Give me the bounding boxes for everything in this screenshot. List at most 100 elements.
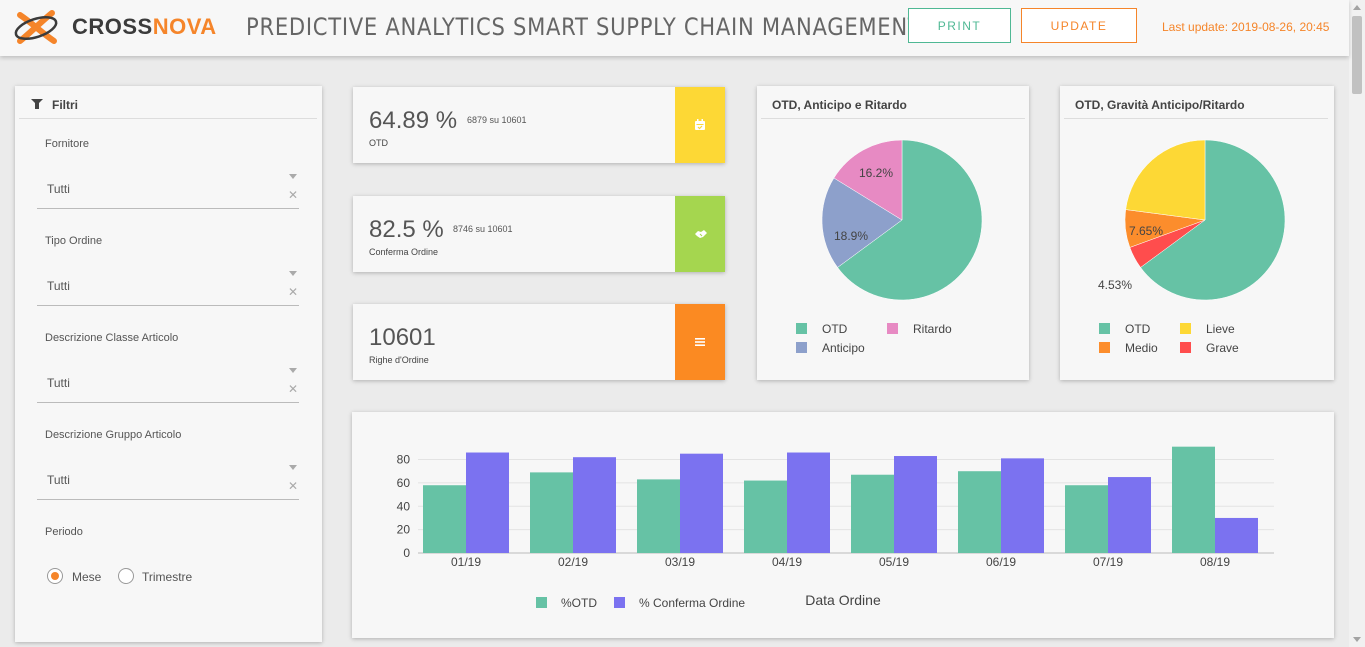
bar-conferma-08-19[interactable] — [1215, 517, 1258, 553]
bar-otd-05-19[interactable] — [851, 474, 894, 553]
filters-panel: Filtri Fornitore Tutti ✕ Tipo Ordine Tut… — [15, 86, 322, 642]
bar-conferma-02-19[interactable] — [573, 457, 616, 553]
bar-chart-panel: 0 20 40 60 80 01/19 02/19 03/19 04/19 05/19 06/19 0… — [352, 412, 1334, 638]
kpi-card-otd: 64.89 % 6879 su 10601 OTD — [353, 87, 725, 163]
kpi-value: 10601 — [369, 324, 436, 351]
kpi-value: 64.89 % — [369, 107, 458, 134]
pie-data-label: 16.2% — [859, 166, 893, 180]
kpi-subtext: 8746 su 10601 — [453, 224, 513, 234]
clear-icon[interactable]: ✕ — [288, 188, 298, 202]
x-tick-label: 08/19 — [1200, 555, 1230, 569]
crossnova-logo-icon — [14, 10, 58, 44]
select-value: Tutti — [47, 376, 70, 390]
x-tick-label: 06/19 — [986, 555, 1016, 569]
filter-label-gruppo-articolo: Descrizione Gruppo Articolo — [45, 429, 182, 441]
bar-otd-02-19[interactable] — [530, 472, 573, 553]
bar-otd-08-19[interactable] — [1172, 446, 1215, 553]
bar-otd-06-19[interactable] — [958, 471, 1001, 553]
x-tick-label: 03/19 — [665, 555, 695, 569]
x-axis-title: Data Ordine — [805, 592, 881, 608]
y-tick-label: 60 — [397, 476, 411, 490]
pie-slice-lieve[interactable] — [1125, 139, 1206, 221]
y-tick-label: 40 — [397, 499, 411, 513]
legend-swatch[interactable] — [614, 597, 625, 608]
legend-item-otd[interactable]: %OTD — [561, 596, 597, 610]
kpi-icon-box — [675, 196, 725, 272]
x-tick-label: 07/19 — [1093, 555, 1123, 569]
x-tick-label: 05/19 — [879, 555, 909, 569]
y-tick-label: 20 — [397, 523, 411, 537]
clear-icon[interactable]: ✕ — [288, 285, 298, 299]
bar-otd-04-19[interactable] — [744, 480, 787, 553]
clear-icon[interactable]: ✕ — [288, 479, 298, 493]
kpi-icon-box — [675, 87, 725, 163]
y-tick-label: 0 — [403, 546, 410, 560]
chevron-down-icon[interactable] — [289, 174, 297, 179]
select-value: Tutti — [47, 279, 70, 293]
top-header: CROSSNOVA PREDICTIVE ANALYTICS SMART SUP… — [0, 0, 1349, 56]
pie-chart-otd-anticipo-ritardo: 16.2% 18.9% — [821, 139, 983, 301]
bar-chart-otd-conferma: 0 20 40 60 80 01/19 02/19 03/19 04/19 05/19 06/19 0… — [397, 446, 1274, 610]
y-tick-label: 80 — [397, 453, 411, 467]
fornitore-select[interactable]: Tutti ✕ — [37, 172, 299, 209]
print-button[interactable]: PRINT — [908, 8, 1011, 43]
bar-otd-07-19[interactable] — [1065, 485, 1108, 553]
kpi-subtext: 6879 su 10601 — [467, 115, 527, 125]
filters-header: Filtri — [19, 90, 317, 119]
pie-panel-gravita: OTD, Gravità Anticipo/Ritardo 7.65% 4.53%… — [1060, 86, 1334, 380]
x-tick-label: 01/19 — [451, 555, 481, 569]
kpi-value: 82.5 % — [369, 216, 444, 243]
pie-panel-otd-anticipo-ritardo: OTD, Anticipo e Ritardo 16.2% 18.9% OTD R… — [757, 86, 1029, 380]
radio-mese-label[interactable]: Mese — [72, 570, 101, 584]
pie-data-label: 4.53% — [1098, 278, 1132, 292]
pie-chart-gravita: 7.65% 4.53% — [1098, 139, 1286, 301]
bar-conferma-01-19[interactable] — [466, 452, 509, 553]
tipo-ordine-select[interactable]: Tutti ✕ — [37, 269, 299, 306]
kpi-label: OTD — [369, 138, 388, 148]
select-value: Tutti — [47, 473, 70, 487]
clear-icon[interactable]: ✕ — [288, 382, 298, 396]
kpi-label: Righe d'Ordine — [369, 355, 429, 365]
bar-conferma-05-19[interactable] — [894, 456, 937, 553]
calendar-icon — [695, 119, 705, 130]
radio-mese[interactable] — [47, 568, 63, 584]
chart-title: OTD, Gravità Anticipo/Ritardo — [1064, 90, 1328, 119]
filter-label-classe-articolo: Descrizione Classe Articolo — [45, 332, 179, 344]
pie-data-label: 18.9% — [834, 229, 868, 243]
legend-swatch — [1099, 323, 1110, 334]
bar-otd-01-19[interactable] — [423, 485, 466, 553]
scroll-up-arrow-icon[interactable] — [1353, 5, 1361, 10]
bar-conferma-03-19[interactable] — [680, 453, 723, 553]
chevron-down-icon[interactable] — [289, 368, 297, 373]
last-update-timestamp: Last update: 2019-08-26, 20:45 — [1162, 20, 1330, 34]
legend-swatch — [1099, 342, 1110, 353]
scroll-down-arrow-icon[interactable] — [1353, 637, 1361, 642]
chevron-down-icon[interactable] — [289, 465, 297, 470]
bar-conferma-04-19[interactable] — [787, 452, 830, 553]
page-scrollbar[interactable] — [1349, 0, 1365, 647]
legend-swatch — [887, 323, 898, 334]
x-tick-label: 04/19 — [772, 555, 802, 569]
filter-label-tipo-ordine: Tipo Ordine — [45, 235, 103, 247]
x-tick-label: 02/19 — [558, 555, 588, 569]
legend-swatch[interactable] — [536, 597, 547, 608]
radio-trimestre[interactable] — [118, 568, 134, 584]
bar-otd-03-19[interactable] — [637, 479, 680, 553]
page-title: PREDICTIVE ANALYTICS SMART SUPPLY CHAIN … — [246, 13, 922, 41]
bar-conferma-06-19[interactable] — [1001, 458, 1044, 553]
chevron-down-icon[interactable] — [289, 271, 297, 276]
gruppo-articolo-select[interactable]: Tutti ✕ — [37, 463, 299, 500]
legend-swatch — [1180, 342, 1191, 353]
kpi-icon-box — [675, 304, 725, 380]
legend-item-conferma-ordine[interactable]: % Conferma Ordine — [639, 596, 745, 610]
scroll-thumb[interactable] — [1352, 16, 1362, 94]
filter-label-fornitore: Fornitore — [45, 138, 90, 150]
classe-articolo-select[interactable]: Tutti ✕ — [37, 366, 299, 403]
legend-swatch — [796, 323, 807, 334]
bar-conferma-07-19[interactable] — [1108, 477, 1151, 553]
update-button[interactable]: UPDATE — [1021, 8, 1137, 43]
filters-title: Filtri — [52, 98, 78, 112]
legend-swatch — [1180, 323, 1191, 334]
kpi-card-righe-ordine: 10601 Righe d'Ordine — [353, 304, 725, 380]
radio-trimestre-label[interactable]: Trimestre — [142, 570, 192, 584]
